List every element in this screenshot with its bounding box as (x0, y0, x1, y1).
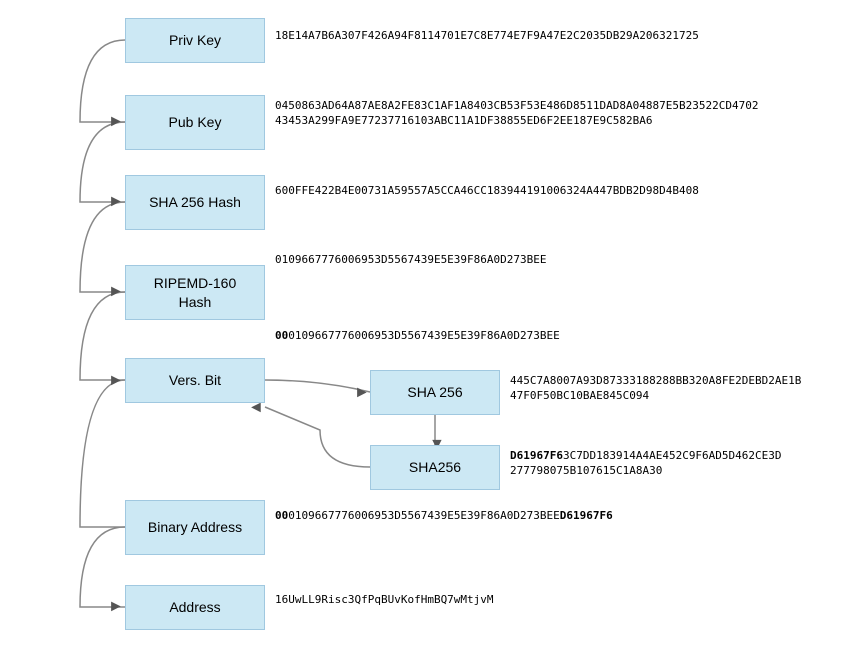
main-container: ► ► ► ► ► ▼ ◄ ► Priv Key Pub Key SHA 256… (0, 0, 855, 651)
binaryaddr-box: Binary Address (125, 500, 265, 555)
binaryaddr-label: Binary Address (148, 518, 242, 536)
versbit-label: Vers. Bit (169, 371, 221, 389)
sha256b-value: D61967F63C7DD183914A4AE452C9F6AD5D462CE3… (510, 448, 782, 479)
ripemd-value-top: 0109667776006953D5567439E5E39F86A0D273BE… (275, 252, 547, 267)
pubkey-label: Pub Key (169, 113, 222, 131)
privkey-box: Priv Key (125, 18, 265, 63)
sha256a-value: 445C7A8007A93D87333188288BB320A8FE2DEBD2… (510, 373, 801, 404)
arrow-address: ► (108, 598, 124, 616)
address-label: Address (169, 598, 220, 616)
ripemd-box: RIPEMD-160Hash (125, 265, 265, 320)
ripemd-value-bottom: 000109667776006953D5567439E5E39F86A0D273… (275, 328, 560, 343)
arrow-ripemd: ► (108, 283, 124, 301)
sha256a-box: SHA 256 (370, 370, 500, 415)
arrow-sha256hash: ► (108, 193, 124, 211)
sha256hash-label: SHA 256 Hash (149, 193, 241, 211)
address-box: Address (125, 585, 265, 630)
arrow-sha256a: ► (354, 384, 370, 402)
ripemd-label: RIPEMD-160Hash (154, 274, 236, 310)
arrow-pubkey: ► (108, 113, 124, 131)
arrow-versbit: ► (108, 372, 124, 390)
sha256b-label: SHA256 (409, 458, 461, 476)
binaryaddr-value: 000109667776006953D5567439E5E39F86A0D273… (275, 508, 613, 523)
pubkey-value: 0450863AD64A87AE8A2FE83C1AF1A8403CB53F53… (275, 98, 758, 129)
sha256b-box: SHA256 (370, 445, 500, 490)
sha256hash-box: SHA 256 Hash (125, 175, 265, 230)
sha256a-label: SHA 256 (407, 383, 462, 401)
privkey-value: 18E14A7B6A307F426A94F8114701E7C8E774E7F9… (275, 28, 699, 43)
versbit-box: Vers. Bit (125, 358, 265, 403)
privkey-label: Priv Key (169, 31, 221, 49)
sha256hash-value: 600FFE422B4E00731A59557A5CCA46CC18394419… (275, 183, 699, 198)
address-value: 16UwLL9Risc3QfPqBUvKofHmBQ7wMtjvM (275, 592, 494, 607)
pubkey-box: Pub Key (125, 95, 265, 150)
